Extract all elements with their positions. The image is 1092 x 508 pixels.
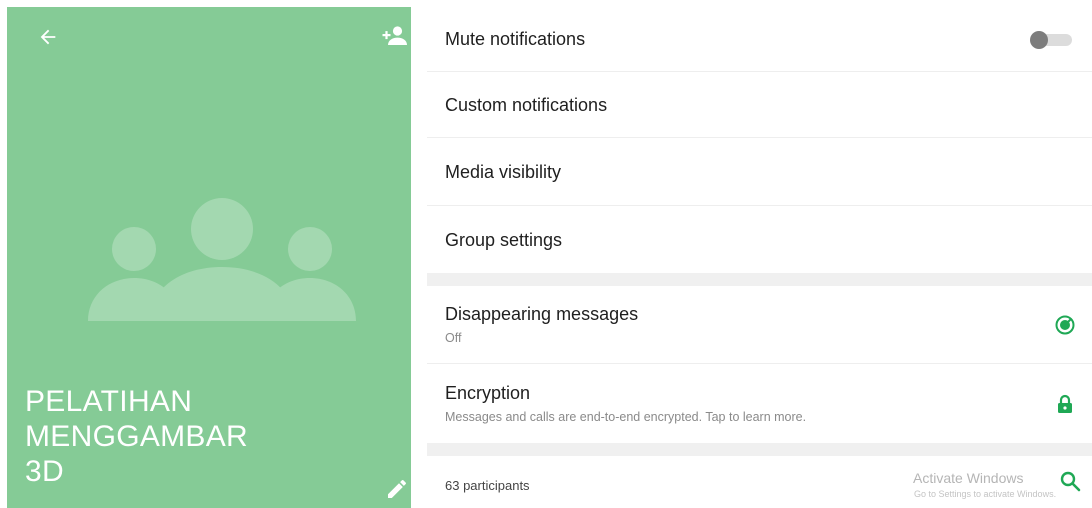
arrow-left-icon <box>40 29 56 45</box>
pencil-icon <box>388 479 406 498</box>
section-divider <box>427 443 1092 456</box>
group-settings-row[interactable]: Group settings <box>427 207 1092 273</box>
disappearing-messages-label: Disappearing messages <box>445 304 639 324</box>
search-participants-button[interactable] <box>1059 470 1081 492</box>
group-name: PELATIHAN MENGGAMBAR 3D <box>25 385 249 488</box>
back-button[interactable] <box>34 23 62 51</box>
group-avatar-icon <box>88 198 356 321</box>
custom-notifications-row[interactable]: Custom notifications <box>427 73 1092 138</box>
encryption-label: Encryption <box>445 383 531 403</box>
edit-group-name-button[interactable] <box>385 477 411 505</box>
toggle-knob <box>1030 30 1048 49</box>
encryption-description: Messages and calls are end-to-end encryp… <box>445 410 807 424</box>
windows-watermark-title: Activate Windows <box>913 470 1024 486</box>
custom-notifications-label: Custom notifications <box>445 94 608 115</box>
mute-notifications-label: Mute notifications <box>445 29 586 49</box>
disappearing-messages-icon <box>1054 314 1076 336</box>
media-visibility-label: Media visibility <box>445 161 562 182</box>
lock-icon <box>1058 394 1072 413</box>
add-participant-button[interactable] <box>380 21 410 51</box>
media-visibility-row[interactable]: Media visibility <box>427 139 1092 206</box>
mute-notifications-toggle[interactable] <box>1030 30 1074 49</box>
disappearing-messages-row[interactable]: Disappearing messages Off <box>427 286 1092 364</box>
group-settings-panel: Mute notifications Custom notifications … <box>427 0 1092 508</box>
disappearing-messages-value: Off <box>445 331 462 345</box>
add-person-icon <box>382 26 407 45</box>
section-divider <box>427 273 1092 286</box>
group-avatar <box>82 189 362 329</box>
encryption-row[interactable]: Encryption Messages and calls are end-to… <box>427 365 1092 443</box>
search-icon <box>1060 471 1081 492</box>
participants-header: 63 participants Activate Windows Go to S… <box>427 456 1092 508</box>
timer-icon <box>1055 315 1075 334</box>
participants-count: 63 participants <box>445 478 530 493</box>
mute-notifications-row[interactable]: Mute notifications <box>427 8 1092 72</box>
windows-watermark-subtitle: Go to Settings to activate Windows. <box>914 489 1057 499</box>
encryption-icon <box>1054 393 1076 415</box>
group-settings-label: Group settings <box>445 229 563 250</box>
group-info-header: PELATIHAN MENGGAMBAR 3D <box>7 7 411 508</box>
